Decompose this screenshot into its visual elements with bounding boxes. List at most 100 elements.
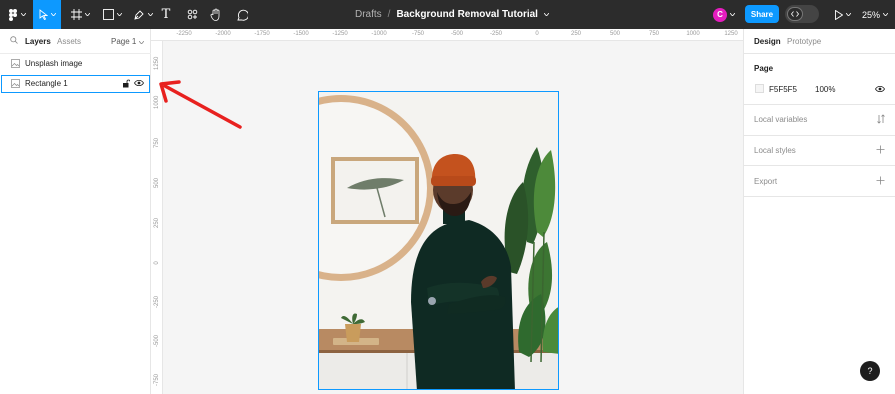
breadcrumb-drafts[interactable]: Drafts [355, 9, 382, 20]
eye-icon[interactable] [134, 79, 144, 87]
image-icon [11, 79, 20, 88]
ruler-label: -250 [154, 295, 160, 308]
local-styles-label: Local styles [754, 146, 796, 155]
ruler-label: -750 [411, 31, 425, 37]
plus-icon[interactable] [876, 145, 885, 154]
chevron-down-icon[interactable] [543, 13, 549, 16]
zoom-level: 25% [862, 9, 881, 20]
shape-tool-button[interactable] [98, 0, 126, 29]
share-button[interactable]: Share [745, 5, 779, 23]
chevron-down-icon [148, 13, 153, 16]
image-icon [11, 59, 20, 68]
ruler-label: -500 [154, 334, 160, 347]
plus-icon[interactable] [876, 176, 885, 185]
chevron-down-icon [21, 13, 26, 16]
page-color-opacity-input[interactable]: 100% [815, 85, 835, 94]
ruler-label: -750 [154, 373, 160, 386]
chevron-down-icon [846, 13, 851, 16]
ruler-label: -1000 [371, 31, 387, 37]
main-menu-button[interactable] [4, 0, 30, 29]
layer-name: Unsplash image [25, 59, 83, 68]
file-name[interactable]: Background Removal Tutorial [396, 9, 538, 20]
present-button[interactable] [832, 0, 854, 29]
chevron-down-icon [50, 13, 56, 16]
ruler-horizontal: -2250 -2000 -1750 -1500 -1250 -1000 -750… [151, 29, 743, 41]
hand-icon [210, 8, 220, 21]
chevron-down-icon [84, 13, 90, 16]
ruler-label: 0 [535, 31, 539, 37]
chevron-down-icon [138, 40, 144, 45]
ruler-label: -250 [489, 31, 503, 37]
panel-divider [744, 53, 895, 54]
ruler-label: -2000 [215, 31, 231, 37]
ruler-label: -2250 [176, 31, 192, 37]
page-selector[interactable]: Page 1 [111, 37, 144, 46]
top-toolbar: T Drafts / Background Removal Tutorial C… [0, 0, 895, 29]
ruler-label: 1250 [154, 56, 160, 70]
ruler-label: 1000 [686, 31, 700, 37]
local-variables-label[interactable]: Local variables [754, 115, 807, 124]
panel-divider [744, 196, 895, 197]
multiplayer-avatars[interactable]: C [709, 0, 739, 29]
resources-button[interactable] [182, 0, 202, 29]
panel-divider [744, 104, 895, 105]
pen-tool-button[interactable] [129, 0, 157, 29]
export-label: Export [754, 177, 778, 186]
dev-mode-toggle[interactable] [785, 5, 819, 23]
chevron-down-icon [730, 13, 735, 16]
play-icon [835, 9, 843, 20]
search-icon[interactable] [10, 36, 18, 44]
frame-icon [70, 9, 82, 20]
layer-row-selected[interactable]: Rectangle 1 [1, 75, 150, 93]
zoom-menu[interactable]: 25% [862, 0, 889, 29]
tab-design[interactable]: Design [754, 37, 781, 46]
tab-assets[interactable]: Assets [57, 37, 81, 46]
text-icon: T [161, 7, 171, 22]
layer-row[interactable]: Unsplash image [0, 55, 151, 73]
eye-icon[interactable] [875, 85, 885, 93]
variables-icon[interactable] [876, 114, 886, 124]
avatar: C [713, 7, 727, 22]
layer-name: Rectangle 1 [25, 79, 68, 88]
hand-tool-button[interactable] [206, 0, 226, 29]
ruler-label: -1750 [254, 31, 270, 37]
move-tool-button[interactable] [33, 0, 61, 29]
tab-prototype[interactable]: Prototype [787, 37, 821, 46]
pen-icon [134, 9, 144, 20]
page-color-hex-input[interactable]: F5F5F5 [769, 85, 797, 94]
figma-logo-icon [9, 8, 17, 21]
ruler-label: 750 [154, 138, 160, 149]
panel-divider [744, 135, 895, 136]
frame-tool-button[interactable] [66, 0, 94, 29]
ruler-vertical: 1250 1000 750 500 250 0 -250 -500 -750 [151, 41, 163, 394]
panel-divider [0, 53, 151, 54]
selected-image-rectangle[interactable] [318, 91, 559, 390]
left-panel-tabs: Layers Assets Page 1 [0, 29, 151, 53]
ruler-label: 500 [609, 31, 621, 37]
file-title-area: Drafts / Background Removal Tutorial [355, 0, 549, 29]
tab-layers[interactable]: Layers [25, 37, 51, 46]
ruler-label: -1500 [293, 31, 309, 37]
ruler-label: 750 [648, 31, 660, 37]
ruler-label: 1000 [154, 95, 160, 109]
ruler-label: 1250 [724, 31, 738, 37]
ruler-label: 250 [154, 218, 160, 229]
canvas[interactable] [163, 41, 743, 394]
ruler-label: -500 [450, 31, 464, 37]
help-button[interactable]: ? [860, 361, 880, 381]
properties-panel: Design Prototype Page F5F5F5 100% Local … [743, 29, 895, 394]
cursor-icon [39, 9, 48, 20]
chevron-down-icon [116, 13, 122, 16]
page-color-swatch[interactable] [755, 84, 764, 93]
comment-tool-button[interactable] [232, 0, 252, 29]
page-selector-label: Page 1 [111, 37, 137, 46]
unlock-icon[interactable] [122, 79, 130, 88]
ruler-label: -1250 [332, 31, 348, 37]
photo-man-with-plant [319, 92, 558, 389]
comment-icon [237, 9, 248, 21]
page-section-heading: Page [754, 64, 774, 73]
ruler-label: 0 [154, 261, 160, 265]
layers-panel: Layers Assets Page 1 Unsplash image Rect… [0, 29, 151, 394]
text-tool-button[interactable]: T [158, 0, 174, 29]
resources-icon [187, 9, 197, 20]
